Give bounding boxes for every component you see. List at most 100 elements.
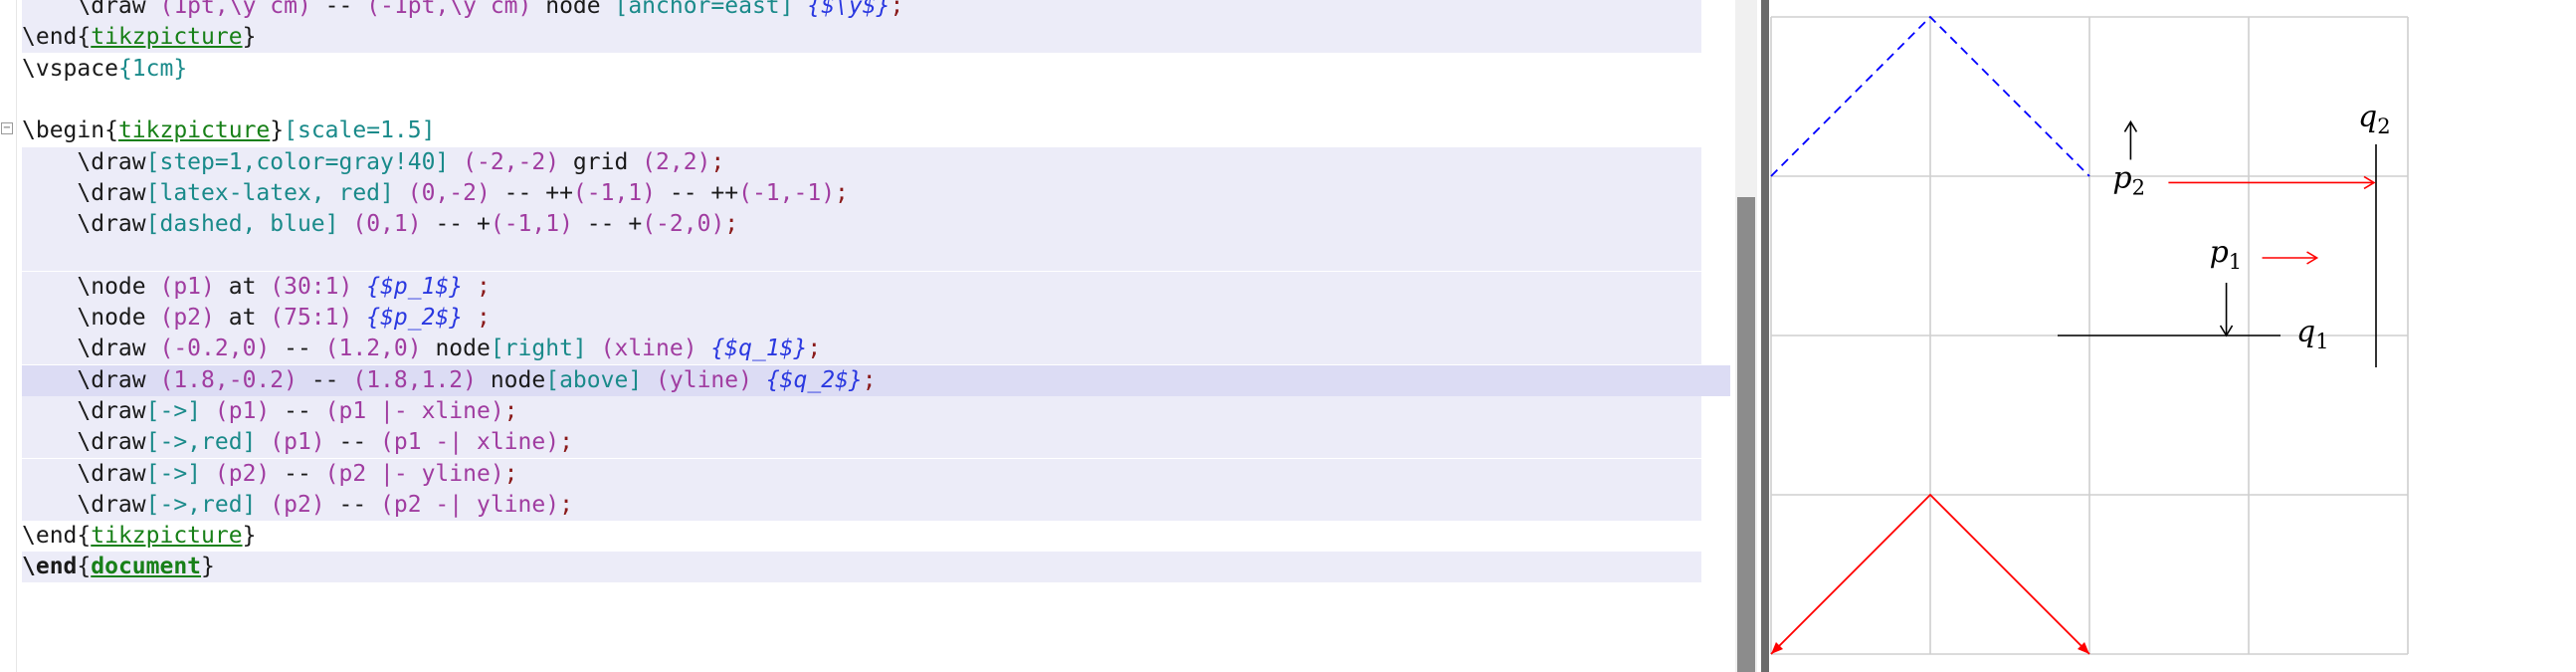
code-token: } (242, 523, 257, 550)
code-token: (p2) (159, 305, 215, 331)
code-token: -- ++ (490, 179, 573, 206)
code-token: \draw (22, 211, 146, 238)
line-highlight (22, 22, 1701, 54)
label-p2-letter: p (2112, 160, 2131, 195)
code-token: (-1,-1) (738, 179, 836, 206)
code-token: [right] (490, 336, 587, 362)
code-token: (p2 -| yline) (380, 491, 560, 518)
label-p1: p1 (2210, 235, 2243, 274)
code-line[interactable]: \end{tikzpicture} (22, 521, 256, 552)
code-token: {$q_2$} (765, 366, 863, 393)
code-token: (-0.2,0) (159, 336, 271, 362)
code-token: (-1,1) (490, 211, 573, 238)
code-token: ; (477, 273, 491, 300)
code-token: ; (807, 336, 822, 362)
code-line[interactable]: \draw[dashed, blue] (0,1) -- +(-1,1) -- … (22, 209, 738, 240)
code-token: \vspace (22, 55, 118, 82)
code-line[interactable]: \draw[->] (p1) -- (p1 |- xline); (22, 396, 517, 427)
code-token: ; (559, 429, 573, 456)
code-token: \draw (22, 460, 146, 487)
code-token: -- (324, 491, 381, 518)
code-token: (0,-2) (407, 179, 491, 206)
code-line[interactable]: \draw (-0.2,0) -- (1.2,0) node[right] (x… (22, 334, 821, 364)
code-line[interactable]: \draw[step=1,color=gray!40] (-2,-2) grid… (22, 147, 724, 178)
code-token: -- (270, 336, 325, 362)
code-editor[interactable]: − \draw (1pt,\y cm) -- (-1pt,\y cm) node… (0, 0, 1761, 672)
editor-scrollbar-thumb[interactable] (1737, 197, 1755, 672)
code-token: (75:1) (270, 305, 353, 331)
code-token: -- + (421, 211, 491, 238)
code-token: \end (22, 24, 78, 51)
code-token: ; (890, 0, 904, 19)
code-line[interactable]: \end{document} (22, 552, 215, 582)
code-token: (p1 -| xline) (380, 429, 560, 456)
code-token: (p1) (270, 429, 325, 456)
code-token: ; (559, 491, 573, 518)
code-token: tikzpicture (117, 117, 271, 144)
code-token: \draw (22, 491, 146, 518)
code-token: [->] (145, 397, 202, 424)
code-token: \draw (22, 179, 146, 206)
tikz-figure: p1 p 2 q1 q2 (1770, 15, 2409, 655)
label-q2: q2 (2358, 100, 2391, 138)
code-token: (p2) (270, 491, 325, 518)
code-token: {$q_1$} (710, 336, 808, 362)
code-token: (1pt,\y cm) (159, 0, 311, 19)
code-token: [step=1,color=gray!40] (145, 148, 450, 175)
code-line[interactable]: \draw (1pt,\y cm) -- (-1pt,\y cm) node [… (22, 0, 903, 22)
label-q1: q1 (2296, 315, 2329, 353)
code-token: (1.8,-0.2) (159, 366, 297, 393)
code-token: ; (862, 366, 877, 393)
code-line[interactable]: \draw[latex-latex, red] (0,-2) -- ++(-1,… (22, 178, 849, 209)
label-q1-letter: q (2296, 315, 2315, 349)
code-token: \node (22, 305, 160, 331)
code-token: ; (835, 179, 849, 206)
code-token: at (214, 305, 271, 331)
code-token: (p2 |- yline) (324, 460, 504, 487)
code-token: { (77, 523, 92, 550)
code-line[interactable]: \draw[->,red] (p1) -- (p1 -| xline); (22, 427, 573, 458)
code-line[interactable]: \vspace{1cm} (22, 54, 187, 85)
code-token: (-2,0) (642, 211, 725, 238)
code-token: node (476, 366, 546, 393)
code-line[interactable]: \draw[->,red] (p2) -- (p2 -| yline); (22, 490, 573, 521)
code-token: -- + (572, 211, 643, 238)
code-token: [dashed, blue] (145, 211, 339, 238)
label-q2-subscript: 2 (2377, 114, 2390, 138)
code-line[interactable]: \node (p2) at (75:1) {$p_2$} ; (22, 303, 491, 334)
code-token: \begin (22, 117, 105, 144)
code-line[interactable]: \draw (1.8,-0.2) -- (1.8,1.2) node[above… (22, 365, 877, 396)
code-token: \draw (22, 366, 160, 393)
code-line[interactable]: \end{tikzpicture} (22, 22, 256, 53)
code-token: (2,2) (642, 148, 711, 175)
code-token: tikzpicture (91, 24, 243, 51)
code-token: at (214, 273, 271, 300)
code-token: [->,red] (145, 429, 257, 456)
code-line[interactable]: \draw[->] (p2) -- (p2 |- yline); (22, 459, 517, 490)
code-line[interactable]: \begin{tikzpicture}[scale=1.5] (22, 115, 435, 146)
code-token: [above] (545, 366, 643, 393)
fold-toggle-icon[interactable]: − (1, 122, 13, 134)
code-token: [anchor=east] (614, 0, 794, 19)
code-token: \draw (22, 429, 146, 456)
pane-splitter[interactable] (1761, 0, 1769, 672)
code-token: {$\y$} (807, 0, 891, 19)
code-token: (1.8,1.2) (352, 366, 477, 393)
node-labels: p1 p 2 q1 q2 (2112, 100, 2390, 353)
code-token: (30:1) (270, 273, 353, 300)
code-token: [->,red] (145, 491, 257, 518)
line-highlight (22, 552, 1701, 583)
code-token: (-1pt,\y cm) (366, 0, 532, 19)
code-line[interactable]: \node (p1) at (30:1) {$p_1$} ; (22, 272, 491, 303)
